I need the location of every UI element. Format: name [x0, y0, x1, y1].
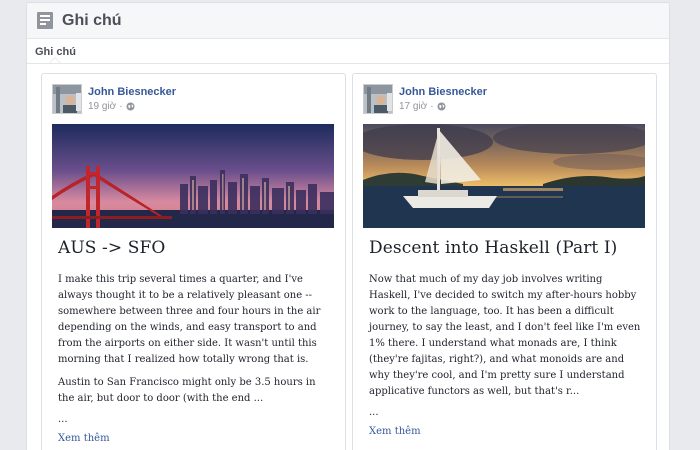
note-paragraph: I make this trip several times a quarter…: [58, 274, 321, 365]
note-author-row: John Biesnecker 17 giờ ·: [363, 84, 643, 116]
notes-icon: [37, 12, 53, 29]
golden-gate-city-skyline-image[interactable]: [52, 124, 334, 228]
active-tab-caret: [49, 57, 61, 63]
excerpt-ellipsis: ...: [58, 414, 68, 425]
see-more-link[interactable]: Xem thêm: [369, 426, 421, 437]
note-body: Descent into Haskell (Part I) Now that m…: [369, 234, 644, 439]
avatar[interactable]: [363, 84, 393, 114]
post-meta: 17 giờ ·: [399, 101, 446, 112]
note-paragraph: Now that much of my day job involves wri…: [369, 274, 641, 397]
excerpt-ellipsis: ...: [369, 407, 379, 418]
note-card[interactable]: John Biesnecker 19 giờ · AUS -> SFO I ma…: [41, 73, 346, 450]
author-name[interactable]: John Biesnecker: [88, 86, 176, 98]
meta-separator: ·: [119, 101, 123, 112]
note-author-row: John Biesnecker 19 giờ ·: [52, 84, 332, 116]
author-name[interactable]: John Biesnecker: [399, 86, 487, 98]
note-title[interactable]: Descent into Haskell (Part I): [369, 238, 644, 258]
note-title[interactable]: AUS -> SFO: [58, 238, 333, 258]
page-title: Ghi chú: [62, 11, 122, 29]
note-card[interactable]: John Biesnecker 17 giờ · Descent into Ha…: [352, 73, 657, 450]
meta-separator: ·: [430, 101, 434, 112]
note-excerpt: I make this trip several times a quarter…: [58, 272, 333, 407]
avatar[interactable]: [52, 84, 82, 114]
post-time[interactable]: 17 giờ: [399, 101, 427, 112]
post-time[interactable]: 19 giờ: [88, 101, 116, 112]
note-body: AUS -> SFO I make this trip several time…: [58, 234, 333, 446]
globe-icon[interactable]: [126, 102, 135, 111]
post-meta: 19 giờ ·: [88, 101, 135, 112]
sailboat-sunset-image[interactable]: [363, 124, 645, 228]
globe-icon[interactable]: [437, 102, 446, 111]
notes-header: Ghi chú: [27, 3, 669, 39]
note-paragraph: Austin to San Francisco might only be 3.…: [58, 377, 316, 404]
see-more-link[interactable]: Xem thêm: [58, 433, 110, 444]
notes-subnav: Ghi chú: [27, 39, 669, 64]
note-excerpt: Now that much of my day job involves wri…: [369, 272, 644, 400]
